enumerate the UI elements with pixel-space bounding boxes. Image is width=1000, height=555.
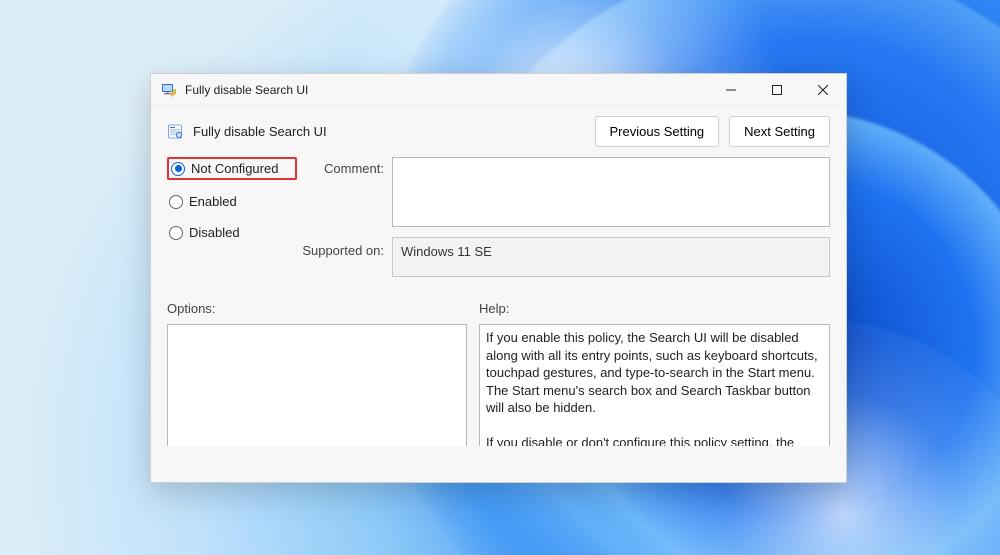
help-panel[interactable]: If you enable this policy, the Search UI… [479,324,830,446]
radio-indicator-icon [171,162,185,176]
options-section-label: Options: [167,301,467,316]
policy-item-icon [167,124,183,140]
supported-on-value[interactable]: Windows 11 SE [392,237,830,277]
radio-not-configured[interactable]: Not Configured [167,157,297,180]
policy-icon [161,82,177,98]
radio-label: Enabled [189,194,237,209]
policy-title: Fully disable Search UI [193,124,327,139]
radio-enabled[interactable]: Enabled [167,192,297,211]
next-setting-button[interactable]: Next Setting [729,116,830,147]
options-panel[interactable] [167,324,467,446]
policy-editor-window: Fully disable Search UI [150,73,847,483]
comment-label: Comment: [297,157,392,227]
titlebar[interactable]: Fully disable Search UI [151,74,846,106]
comment-input[interactable] [392,157,830,227]
radio-indicator-icon [169,195,183,209]
radio-disabled[interactable]: Disabled [167,223,297,242]
supported-on-label: Supported on: [297,227,392,277]
radio-label: Disabled [189,225,240,240]
previous-setting-button[interactable]: Previous Setting [595,116,720,147]
radio-label: Not Configured [191,161,278,176]
radio-indicator-icon [169,226,183,240]
desktop-wallpaper: Fully disable Search UI [0,0,1000,555]
configuration-area: Not Configured Enabled Disabled Comment:… [151,153,846,283]
header-row: Fully disable Search UI Previous Setting… [151,106,846,153]
maximize-button[interactable] [754,74,800,106]
help-section-label: Help: [479,301,830,316]
minimize-button[interactable] [708,74,754,106]
close-button[interactable] [800,74,846,106]
window-title: Fully disable Search UI [185,83,308,97]
